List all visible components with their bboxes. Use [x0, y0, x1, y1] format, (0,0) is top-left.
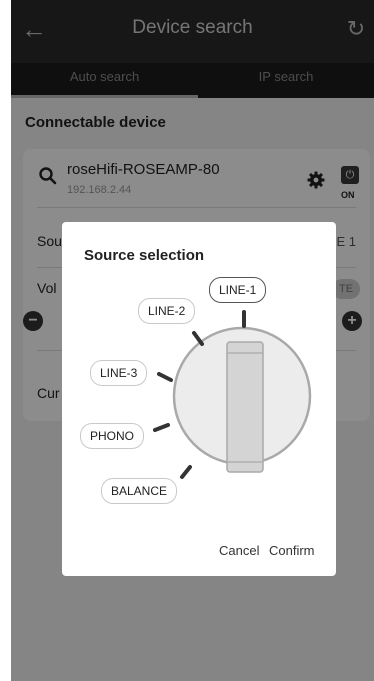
dial-pointer-bar [226, 341, 264, 473]
source-selection-dialog: Source selection LINE-1 LINE-2 LINE-3 PH… [62, 222, 336, 576]
source-option-line-2[interactable]: LINE-2 [138, 298, 196, 324]
source-dial-graphic [153, 310, 312, 479]
source-option-line-3[interactable]: LINE-3 [90, 360, 148, 386]
confirm-button[interactable]: Confirm [269, 543, 315, 558]
tick-line-3 [157, 372, 173, 382]
source-option-phono[interactable]: PHONO [80, 423, 145, 449]
cancel-button[interactable]: Cancel [219, 543, 259, 558]
tick-line-5 [180, 465, 192, 479]
source-option-balance[interactable]: BALANCE [101, 478, 178, 504]
tick-line-2 [192, 331, 204, 346]
tick-line-4 [153, 423, 170, 432]
source-option-line-1[interactable]: LINE-1 [209, 277, 267, 303]
